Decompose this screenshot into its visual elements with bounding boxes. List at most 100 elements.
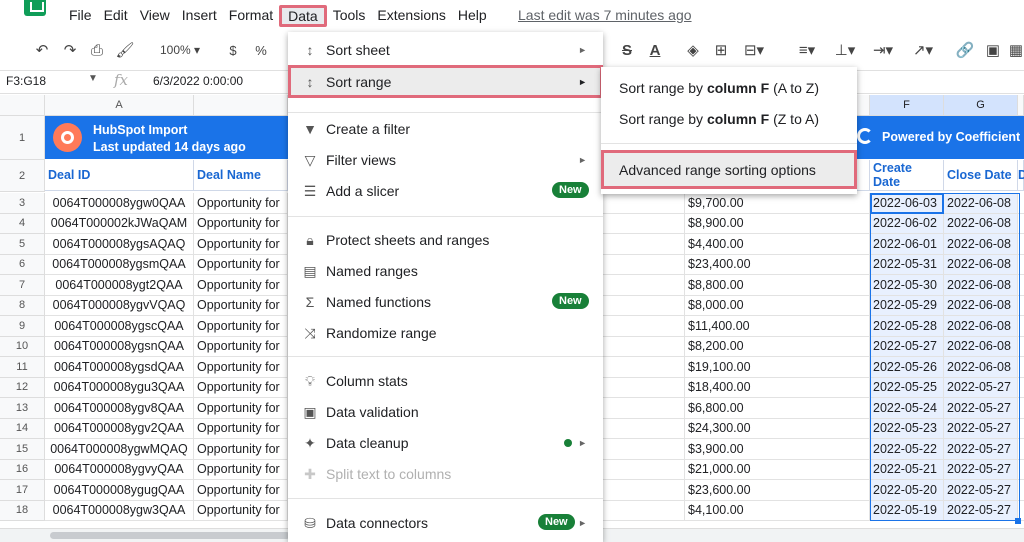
cell-close-date[interactable]: 2022-05-27	[944, 480, 1018, 501]
cell-amount[interactable]: $9,700.00	[685, 193, 870, 214]
cell-deal-name[interactable]: Opportunity for	[194, 254, 288, 275]
row-header[interactable]: 18	[0, 500, 45, 521]
currency-button[interactable]: $	[225, 34, 241, 66]
cell-deal-name[interactable]: Opportunity for	[194, 398, 288, 419]
cell-next-col[interactable]	[1018, 234, 1024, 255]
cell-deal-name[interactable]: Opportunity for	[194, 336, 288, 357]
cell-next-col[interactable]	[1018, 275, 1024, 296]
vertical-align-icon[interactable]: ⊥▾	[831, 34, 859, 66]
cell-next-col[interactable]	[1018, 398, 1024, 419]
cell-deal-id[interactable]: 0064T000008ygv8QAA	[45, 398, 194, 419]
cell-close-date[interactable]: 2022-05-27	[944, 459, 1018, 480]
cell-amount[interactable]: $18,400.00	[685, 377, 870, 398]
cell-next-col[interactable]	[1018, 357, 1024, 378]
cell-deal-id[interactable]: 0064T000008ygsnQAA	[45, 336, 194, 357]
cell-next-col[interactable]	[1018, 480, 1024, 501]
comment-icon[interactable]: ▣	[983, 34, 1003, 66]
row-header[interactable]: 2	[0, 160, 45, 192]
fill-color-icon[interactable]: ◈	[684, 34, 702, 66]
row-header[interactable]: 5	[0, 234, 45, 255]
cell-create-date[interactable]: 2022-05-31	[870, 254, 944, 275]
cell-col-d[interactable]	[603, 500, 685, 521]
cell-create-date[interactable]: 2022-06-03	[870, 193, 944, 214]
cell-close-date[interactable]: 2022-05-27	[944, 439, 1018, 460]
cell-deal-name[interactable]: Opportunity for	[194, 480, 288, 501]
cell-create-date[interactable]: 2022-06-02	[870, 213, 944, 234]
menu-item-sort-range[interactable]: ↕ Sort range ►	[288, 65, 603, 98]
cell-deal-name[interactable]: Opportunity for	[194, 357, 288, 378]
cell-next-col[interactable]	[1018, 419, 1024, 439]
menu-view[interactable]: View	[134, 5, 176, 27]
cell-create-date[interactable]: 2022-06-01	[870, 234, 944, 255]
menu-edit[interactable]: Edit	[98, 5, 134, 27]
cell-amount[interactable]: $8,900.00	[685, 213, 870, 234]
chart-icon[interactable]: ▦	[1008, 34, 1024, 66]
borders-icon[interactable]: ⊞	[712, 34, 730, 66]
row-header[interactable]: 4	[0, 213, 45, 234]
cell-deal-name[interactable]: Opportunity for	[194, 418, 288, 439]
cell-create-date[interactable]: 2022-05-20	[870, 480, 944, 501]
sort-az-option[interactable]: Sort range by column F (A to Z)	[601, 73, 857, 103]
cell-deal-name[interactable]: Opportunity for	[194, 234, 288, 255]
cell-create-date[interactable]: 2022-05-21	[870, 459, 944, 480]
sort-za-option[interactable]: Sort range by column F (Z to A)	[601, 104, 857, 134]
row-header[interactable]: 10	[0, 336, 45, 357]
cell-amount[interactable]: $23,600.00	[685, 480, 870, 501]
cell-amount[interactable]: $24,300.00	[685, 418, 870, 439]
cell-deal-id[interactable]: 0064T000008ygsmQAA	[45, 254, 194, 275]
cell-close-date[interactable]: 2022-06-08	[944, 295, 1018, 316]
menu-item-data-connectors[interactable]: ⛁ Data connectors New ►	[288, 508, 603, 538]
cell-close-date[interactable]: 2022-06-08	[944, 193, 1018, 214]
cell-col-d[interactable]	[603, 316, 685, 337]
scrollbar-thumb[interactable]	[50, 532, 290, 539]
menu-data[interactable]: Data	[279, 5, 327, 27]
cell-next-col[interactable]	[1018, 460, 1024, 480]
cell-create-date[interactable]: 2022-05-28	[870, 316, 944, 337]
cell-create-date[interactable]: 2022-05-27	[870, 336, 944, 357]
menu-format[interactable]: Format	[223, 5, 279, 27]
menu-help[interactable]: Help	[452, 5, 493, 27]
cell-deal-id[interactable]: 0064T000008ygsdQAA	[45, 357, 194, 378]
text-rotation-icon[interactable]: ↗▾	[909, 34, 937, 66]
cell-close-date[interactable]: 2022-06-08	[944, 254, 1018, 275]
advanced-sorting-option[interactable]: Advanced range sorting options	[601, 150, 857, 189]
cell-col-d[interactable]	[603, 357, 685, 378]
cell-next-col[interactable]	[1018, 296, 1024, 316]
row-header[interactable]: 17	[0, 480, 45, 501]
cell-amount[interactable]: $11,400.00	[685, 316, 870, 337]
cell-amount[interactable]: $19,100.00	[685, 357, 870, 378]
col-header-h[interactable]	[1018, 95, 1024, 116]
merge-cells-icon[interactable]: ⊟▾	[740, 34, 768, 66]
name-box[interactable]: F3:G18	[6, 74, 46, 88]
row-header[interactable]: 12	[0, 377, 45, 398]
cell-deal-id[interactable]: 0064T000008ygv2QAA	[45, 418, 194, 439]
cell-deal-name[interactable]: Opportunity for	[194, 439, 288, 460]
menu-item-filter-views[interactable]: ▽ Filter views ►	[288, 145, 603, 175]
row-header[interactable]: 1	[0, 116, 45, 160]
cell-close-date[interactable]: 2022-05-27	[944, 418, 1018, 439]
cell-col-d[interactable]	[603, 398, 685, 419]
redo-icon[interactable]: ↷	[61, 34, 79, 66]
text-wrap-icon[interactable]: ⇥▾	[869, 34, 897, 66]
cell-deal-id[interactable]: 0064T000008ygscQAA	[45, 316, 194, 337]
cell-create-date[interactable]: 2022-05-25	[870, 377, 944, 398]
cell-next-col[interactable]	[1018, 378, 1024, 398]
cell-amount[interactable]: $8,800.00	[685, 275, 870, 296]
cell-close-date[interactable]: 2022-06-08	[944, 316, 1018, 337]
menu-extensions[interactable]: Extensions	[371, 5, 451, 27]
row-header[interactable]: 16	[0, 459, 45, 480]
text-color-icon[interactable]: A	[646, 34, 664, 66]
last-edit-link[interactable]: Last edit was 7 minutes ago	[518, 7, 692, 23]
cell-amount[interactable]: $4,400.00	[685, 234, 870, 255]
cell-deal-id[interactable]: 0064T000008ygwMQAQ	[45, 439, 194, 460]
cell-col-d[interactable]	[603, 213, 685, 234]
cell-deal-name[interactable]: Opportunity for	[194, 295, 288, 316]
cell-deal-name[interactable]: Opportunity for	[194, 500, 288, 521]
horizontal-align-icon[interactable]: ≡▾	[793, 34, 821, 66]
cell-close-date[interactable]: 2022-06-08	[944, 357, 1018, 378]
strikethrough-icon[interactable]: S	[618, 34, 636, 66]
select-all-corner[interactable]	[0, 95, 45, 116]
cell-deal-name[interactable]: Opportunity for	[194, 459, 288, 480]
cell-deal-id[interactable]: 0064T000008ygsAQAQ	[45, 234, 194, 255]
row-header[interactable]: 11	[0, 357, 45, 378]
